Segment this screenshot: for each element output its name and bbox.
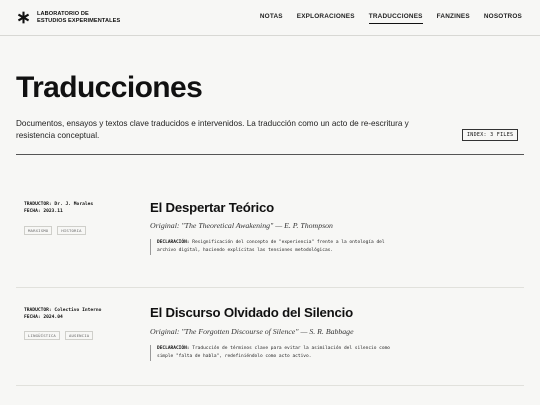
declaration-label: DECLARACIÓN: xyxy=(157,240,190,245)
entry-date: FECHA: 2024.04 xyxy=(24,315,63,321)
brand-name: LABORATORIO DE ESTUDIOS EXPERIMENTALES xyxy=(37,11,120,24)
nav-nosotros[interactable]: NOSOTROS xyxy=(484,13,522,24)
nav-fanzines[interactable]: FANZINES xyxy=(437,13,470,24)
nav-exploraciones[interactable]: EXPLORACIONES xyxy=(297,13,355,24)
index-count-badge: INDEX: 3 FILES xyxy=(462,129,519,141)
tag[interactable]: MARXISMO xyxy=(24,226,53,235)
entry-tags: MARXISMO HISTORIA xyxy=(24,226,86,235)
entry-translator: TRADUCTOR: Colectivo Interno xyxy=(24,308,102,313)
declaration-text: Resignificación del concepto de "experie… xyxy=(157,240,385,254)
translation-entry[interactable]: TRADUCTOR: Dr. J. Morales FECHA: 2023.11… xyxy=(16,155,524,288)
entry-meta: TRADUCTOR: Colectivo Interno FECHA: 2024… xyxy=(24,307,101,322)
entry-original-source: Original: "The Forgotten Discourse of Si… xyxy=(150,327,354,336)
entry-meta: TRADUCTOR: Dr. J. Morales FECHA: 2023.11 xyxy=(24,201,93,216)
entry-translator: TRADUCTOR: Dr. J. Morales xyxy=(24,202,94,207)
tag[interactable]: LINGÜÍSTICA xyxy=(24,331,60,340)
entry-tags: LINGÜÍSTICA AUSENCIA xyxy=(24,331,94,340)
nav-traducciones[interactable]: TRADUCCIONES xyxy=(368,13,423,24)
asterisk-logo-icon xyxy=(17,11,30,24)
brand-logo[interactable]: LABORATORIO DE ESTUDIOS EXPERIMENTALES xyxy=(17,11,120,24)
nav-notas[interactable]: NOTAS xyxy=(260,13,283,24)
entry-date: FECHA: 2023.11 xyxy=(24,209,63,215)
entry-title[interactable]: El Despertar Teórico xyxy=(150,200,274,215)
page-title: Traducciones xyxy=(16,71,203,104)
page-description: Documentos, ensayos y textos clave tradu… xyxy=(16,119,409,140)
brand-line-2: ESTUDIOS EXPERIMENTALES xyxy=(37,17,121,24)
entry-declaration: DECLARACIÓN: Resignificación del concept… xyxy=(150,239,390,256)
entry-declaration: DECLARACIÓN: Traducción de términos clav… xyxy=(150,345,391,362)
declaration-label: DECLARACIÓN: xyxy=(157,346,190,351)
declaration-text: Traducción de términos clave para evitar… xyxy=(157,346,391,360)
tag[interactable]: AUSENCIA xyxy=(64,331,94,340)
site-header: LABORATORIO DE ESTUDIOS EXPERIMENTALES N… xyxy=(0,0,540,36)
entry-divider xyxy=(16,385,524,386)
translation-entry[interactable]: TRADUCTOR: Colectivo Interno FECHA: 2024… xyxy=(16,288,524,388)
main-nav: NOTAS EXPLORACIONES TRADUCCIONES FANZINE… xyxy=(260,13,522,24)
tag[interactable]: HISTORIA xyxy=(57,226,86,235)
entry-original-source: Original: "The Theoretical Awakening" — … xyxy=(150,221,333,230)
entry-title[interactable]: El Discurso Olvidado del Silencio xyxy=(150,305,353,320)
